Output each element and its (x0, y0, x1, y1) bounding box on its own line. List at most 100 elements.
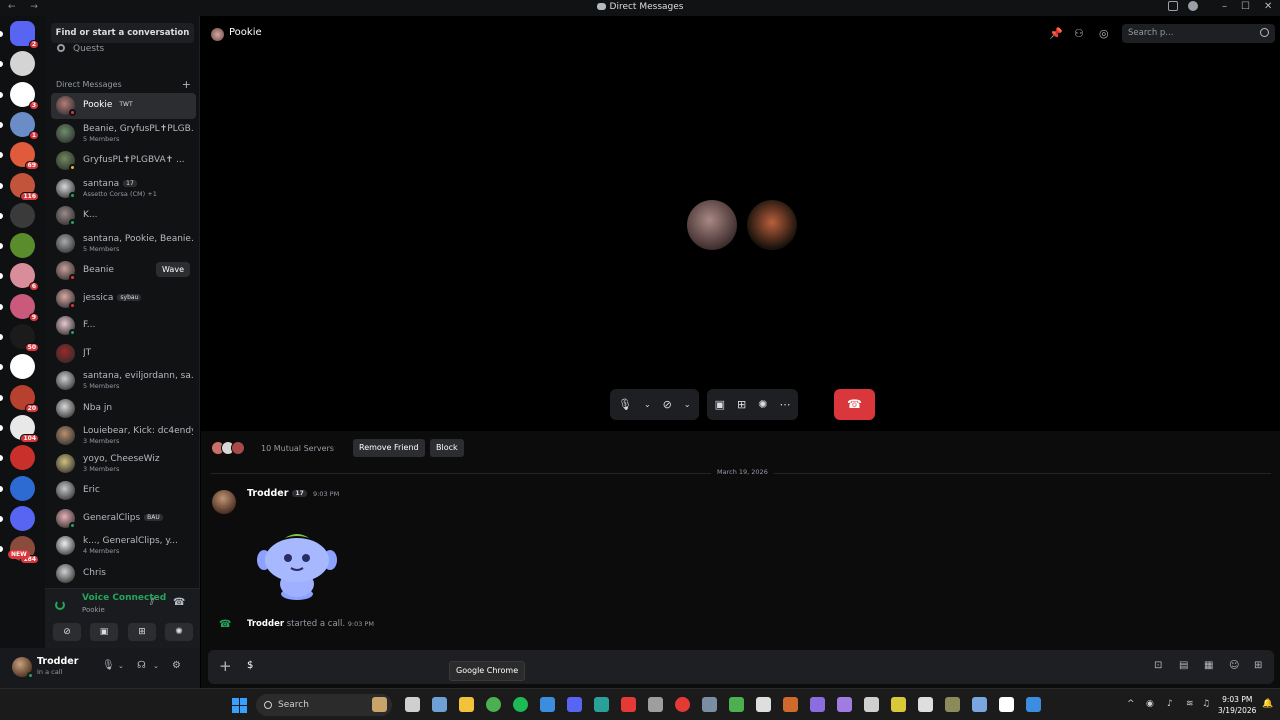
add-friends-icon[interactable]: ⚇ (1074, 28, 1085, 39)
mic-icon[interactable]: 🎙 (102, 660, 115, 671)
server-icon[interactable]: 20 (0, 384, 39, 413)
notification-bell-icon[interactable]: 🔔 (1262, 699, 1273, 709)
g-icon[interactable] (918, 697, 933, 712)
dm-item[interactable]: GryfusPL✝PLGBVA✝ ... (51, 148, 196, 174)
cloud-icon[interactable] (864, 697, 879, 712)
terminal-icon[interactable] (594, 697, 609, 712)
block-button[interactable]: Block (430, 439, 464, 457)
mic-icon[interactable]: 🎙 (618, 398, 632, 411)
volume-icon[interactable]: ♫ (1202, 699, 1210, 709)
pin-icon[interactable]: 📌 (1049, 28, 1063, 39)
file-explorer-icon[interactable] (459, 697, 474, 712)
message-composer[interactable]: + $ ⊡ ▤ ▦ ☺ ⊞ (208, 650, 1274, 684)
screenshare-icon[interactable]: ▣ (715, 398, 725, 411)
noise-suppression-icon[interactable]: ⫽ (150, 598, 160, 608)
server-icon[interactable]: 9 (0, 293, 39, 322)
youtube-icon[interactable] (675, 697, 690, 712)
dm-item[interactable]: K... (51, 203, 196, 229)
dm-item[interactable]: santana 17 Assetto Corsa (CM) +1 (51, 176, 196, 202)
dm-item[interactable]: jessica sybau (51, 286, 196, 312)
server-icon[interactable] (0, 505, 35, 531)
dm-item[interactable]: Nba jn (51, 396, 196, 422)
xbox-icon[interactable] (729, 697, 744, 712)
signal-icon[interactable] (55, 600, 65, 610)
server-icon[interactable] (0, 233, 35, 259)
bolt-icon[interactable] (891, 697, 906, 712)
photos-icon[interactable] (432, 697, 447, 712)
tray-chevron-icon[interactable]: ^ (1127, 699, 1135, 709)
dm-item[interactable]: santana, eviljordann, sa... 5 Members (51, 368, 196, 394)
media-player-icon[interactable] (621, 697, 636, 712)
settings-gear-icon[interactable]: ⚙ (172, 660, 181, 671)
server-icon[interactable]: 2 (0, 21, 39, 49)
discord-icon[interactable] (567, 697, 582, 712)
sticker-icon[interactable]: ▦ (1204, 660, 1215, 671)
shell-widget-icon[interactable] (372, 697, 387, 712)
screenshare-button[interactable]: ▣ (90, 623, 118, 641)
calculator-icon[interactable] (648, 697, 663, 712)
tray-app-icon[interactable]: ◉ (1146, 699, 1154, 709)
dm-item[interactable]: Chris (51, 561, 196, 587)
remote-icon[interactable] (1026, 697, 1041, 712)
dm-item[interactable]: Beanie, GryfusPL✝PLGB... 5 Members (51, 121, 196, 147)
maximize-button[interactable]: ☐ (1241, 1, 1250, 12)
server-icon[interactable]: 1 (0, 111, 39, 140)
dm-item[interactable]: Beanie Wave (51, 258, 196, 284)
server-icon[interactable] (0, 475, 35, 501)
soundboard-icon[interactable]: ✺ (758, 398, 767, 411)
call-participant-avatar[interactable] (747, 200, 797, 250)
quests-item[interactable]: Quests (57, 44, 104, 54)
wave-button[interactable]: Wave (156, 262, 190, 277)
server-icon[interactable]: 104 (0, 414, 39, 443)
server-icon[interactable] (0, 354, 35, 380)
avatar[interactable] (212, 490, 236, 514)
minimize-button[interactable]: – (1222, 1, 1227, 12)
headphones-chevron-icon[interactable]: ⌄ (153, 662, 159, 670)
vpn-icon[interactable] (972, 697, 987, 712)
tt-icon[interactable] (999, 697, 1014, 712)
camera-chevron-icon[interactable]: ⌄ (684, 400, 691, 409)
headphones-icon[interactable]: ☊ (137, 660, 146, 671)
emoji-icon[interactable]: ☺ (1229, 660, 1240, 671)
tank-icon[interactable] (945, 697, 960, 712)
server-icon[interactable]: 6 (0, 263, 39, 292)
activities-button[interactable]: ⊞ (128, 623, 156, 641)
server-icon[interactable]: 3 (0, 81, 39, 110)
message-input[interactable]: $ (247, 660, 253, 671)
server-icon[interactable]: 184 NEW (0, 536, 39, 565)
call-author[interactable]: Trodder (247, 619, 284, 629)
dm-item[interactable]: k..., GeneralClips, y... 4 Members (51, 533, 196, 559)
settings-icon[interactable] (405, 697, 420, 712)
create-dm-icon[interactable]: + (182, 78, 191, 91)
username[interactable]: Trodder (37, 656, 78, 667)
server-icon[interactable] (0, 202, 35, 228)
server-icon[interactable] (0, 51, 35, 77)
server-icon[interactable]: 69 (0, 142, 39, 171)
end-call-button[interactable]: ☎ (834, 389, 875, 420)
voice-channel[interactable]: Pookie (82, 606, 105, 614)
mic-chevron-icon[interactable]: ⌄ (118, 662, 124, 670)
spotify-icon[interactable] (513, 697, 528, 712)
camera-off-button[interactable]: ⊘ (53, 623, 81, 641)
camera-off-icon[interactable]: ⊘ (663, 398, 672, 411)
more-icon[interactable]: ⋯ (779, 398, 790, 411)
windows-start-icon[interactable] (232, 698, 247, 713)
user-profile-icon[interactable]: ◎ (1099, 28, 1110, 39)
clock[interactable]: 9:03 PM 3/19/2026 (1218, 694, 1256, 716)
mic-chevron-icon[interactable]: ⌄ (644, 400, 651, 409)
dm-item[interactable]: F... (51, 313, 196, 339)
close-button[interactable]: ✕ (1264, 1, 1272, 12)
help-icon[interactable] (1188, 1, 1198, 11)
dm-item[interactable]: yoyo, CheeseWiz 3 Members (51, 451, 196, 477)
inbox-icon[interactable] (1168, 1, 1178, 11)
chrome-icon[interactable] (486, 697, 501, 712)
search-input[interactable]: Search p... (1122, 24, 1275, 43)
find-conversation-button[interactable]: Find or start a conversation (51, 23, 194, 43)
notes-icon[interactable] (810, 697, 825, 712)
server-icon[interactable] (0, 445, 35, 471)
ez-icon[interactable] (756, 697, 771, 712)
dm-item[interactable]: Louiebear, Kick: dc4endy 3 Members (51, 423, 196, 449)
soundboard-button[interactable]: ✺ (165, 623, 193, 641)
tray-mic-icon[interactable]: ♪ (1167, 699, 1173, 709)
attach-plus-icon[interactable]: + (219, 657, 232, 675)
